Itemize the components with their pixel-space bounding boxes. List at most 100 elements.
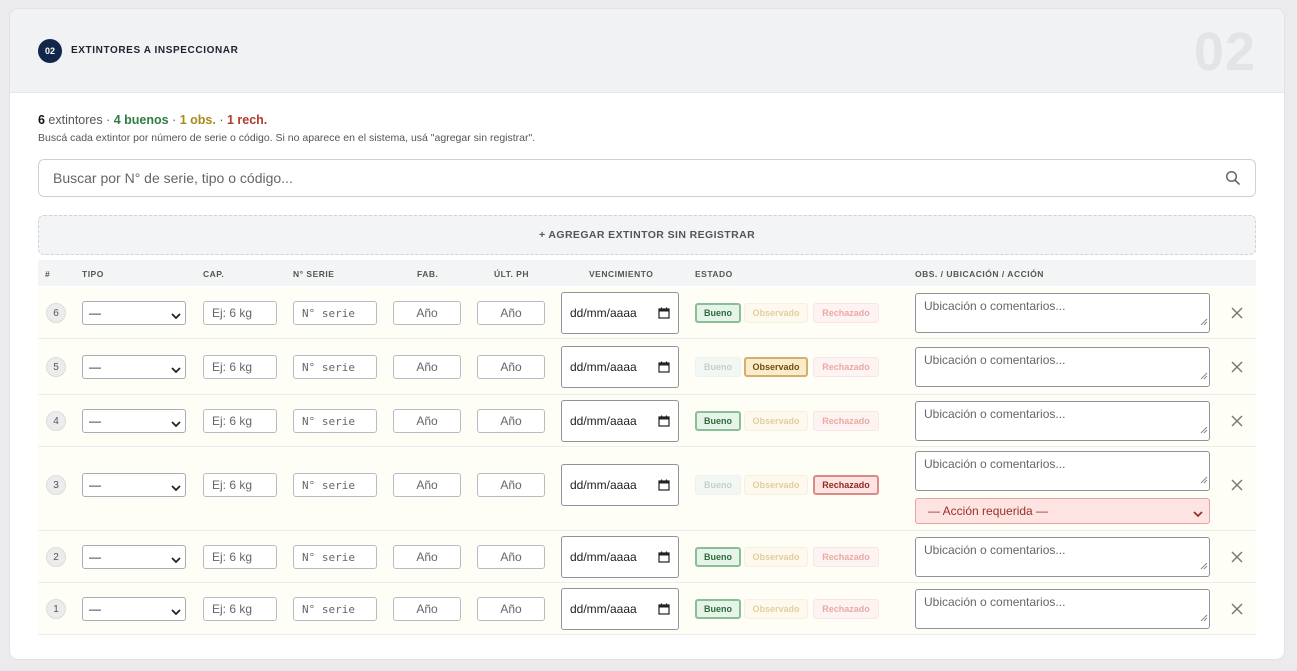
table-row: 3 — dd/mm/aaaa Bueno Observado Rechazado… (38, 447, 1256, 531)
ult-ph-input[interactable] (477, 355, 545, 379)
cap-input[interactable] (203, 355, 277, 379)
obs-textarea[interactable] (915, 293, 1210, 333)
col-cap: CAP. (203, 269, 225, 279)
cap-input[interactable] (203, 597, 277, 621)
obs-textarea[interactable] (915, 451, 1210, 491)
chevron-down-icon (171, 417, 181, 431)
calendar-icon[interactable] (658, 479, 670, 491)
state-observado-button[interactable]: Observado (744, 547, 808, 567)
fab-input[interactable] (393, 409, 461, 433)
calendar-icon[interactable] (658, 307, 670, 319)
ult-ph-input[interactable] (477, 409, 545, 433)
resize-grip-icon[interactable] (1200, 609, 1208, 627)
calendar-icon[interactable] (658, 551, 670, 563)
state-rechazado-button[interactable]: Rechazado (813, 475, 879, 495)
serie-input[interactable] (293, 473, 377, 497)
vencimiento-date-input[interactable]: dd/mm/aaaa (561, 588, 679, 630)
resize-grip-icon[interactable] (1200, 557, 1208, 575)
ult-ph-input[interactable] (477, 473, 545, 497)
date-placeholder: dd/mm/aaaa (570, 360, 637, 374)
state-bueno-button[interactable]: Bueno (695, 303, 741, 323)
ult-ph-input[interactable] (477, 301, 545, 325)
delete-row-button[interactable] (1227, 357, 1247, 377)
tipo-select[interactable]: — (82, 301, 186, 325)
add-unregistered-button[interactable]: + AGREGAR EXTINTOR SIN REGISTRAR (38, 215, 1256, 255)
state-rechazado-button[interactable]: Rechazado (813, 547, 879, 567)
state-observado-button[interactable]: Observado (744, 599, 808, 619)
calendar-icon[interactable] (658, 415, 670, 427)
state-observado-button[interactable]: Observado (744, 357, 808, 377)
obs-field (915, 401, 1210, 441)
obs-textarea[interactable] (915, 401, 1210, 441)
state-bueno-button[interactable]: Bueno (695, 357, 741, 377)
fab-input[interactable] (393, 355, 461, 379)
resize-grip-icon[interactable] (1200, 367, 1208, 385)
serie-input[interactable] (293, 409, 377, 433)
date-placeholder: dd/mm/aaaa (570, 602, 637, 616)
serie-input[interactable] (293, 301, 377, 325)
delete-row-button[interactable] (1227, 547, 1247, 567)
state-rechazado-button[interactable]: Rechazado (813, 599, 879, 619)
chevron-down-icon (171, 553, 181, 567)
close-icon (1231, 361, 1243, 373)
delete-row-button[interactable] (1227, 303, 1247, 323)
state-rechazado-button[interactable]: Rechazado (813, 357, 879, 377)
table-row: 2 — dd/mm/aaaa Bueno Observado Rechazado (38, 531, 1256, 583)
vencimiento-date-input[interactable]: dd/mm/aaaa (561, 536, 679, 578)
obs-textarea[interactable] (915, 537, 1210, 577)
delete-row-button[interactable] (1227, 599, 1247, 619)
delete-row-button[interactable] (1227, 475, 1247, 495)
fab-input[interactable] (393, 301, 461, 325)
vencimiento-date-input[interactable]: dd/mm/aaaa (561, 400, 679, 442)
tipo-select[interactable]: — (82, 473, 186, 497)
serie-input[interactable] (293, 355, 377, 379)
vencimiento-date-input[interactable]: dd/mm/aaaa (561, 346, 679, 388)
state-observado-button[interactable]: Observado (744, 303, 808, 323)
col-tipo: TIPO (82, 269, 104, 279)
fab-input[interactable] (393, 597, 461, 621)
date-placeholder: dd/mm/aaaa (570, 478, 637, 492)
fab-input[interactable] (393, 473, 461, 497)
resize-grip-icon[interactable] (1200, 471, 1208, 489)
date-placeholder: dd/mm/aaaa (570, 414, 637, 428)
calendar-icon[interactable] (658, 603, 670, 615)
tipo-select-value: — (89, 414, 101, 428)
tipo-select[interactable]: — (82, 545, 186, 569)
resize-grip-icon[interactable] (1200, 313, 1208, 331)
state-bueno-button[interactable]: Bueno (695, 547, 741, 567)
tipo-select[interactable]: — (82, 409, 186, 433)
obs-field (915, 293, 1210, 333)
ult-ph-input[interactable] (477, 597, 545, 621)
state-rechazado-button[interactable]: Rechazado (813, 411, 879, 431)
tipo-select[interactable]: — (82, 355, 186, 379)
chevron-down-icon (171, 481, 181, 495)
inspection-card: 02 EXTINTORES A INSPECCIONAR 02 6 extint… (10, 9, 1284, 659)
serie-input[interactable] (293, 545, 377, 569)
delete-row-button[interactable] (1227, 411, 1247, 431)
serie-input[interactable] (293, 597, 377, 621)
state-rechazado-button[interactable]: Rechazado (813, 303, 879, 323)
state-observado-button[interactable]: Observado (744, 475, 808, 495)
cap-input[interactable] (203, 545, 277, 569)
state-bueno-button[interactable]: Bueno (695, 599, 741, 619)
close-icon (1231, 479, 1243, 491)
cap-input[interactable] (203, 409, 277, 433)
state-bueno-button[interactable]: Bueno (695, 475, 741, 495)
search-input[interactable] (51, 160, 1211, 196)
obs-textarea[interactable] (915, 347, 1210, 387)
cap-input[interactable] (203, 301, 277, 325)
search-icon[interactable] (1225, 170, 1241, 191)
cap-input[interactable] (203, 473, 277, 497)
ult-ph-input[interactable] (477, 545, 545, 569)
tipo-select[interactable]: — (82, 597, 186, 621)
state-observado-button[interactable]: Observado (744, 411, 808, 431)
fab-input[interactable] (393, 545, 461, 569)
obs-textarea[interactable] (915, 589, 1210, 629)
state-bueno-button[interactable]: Bueno (695, 411, 741, 431)
action-required-select[interactable]: — Acción requerida — (915, 498, 1210, 524)
resize-grip-icon[interactable] (1200, 421, 1208, 439)
vencimiento-date-input[interactable]: dd/mm/aaaa (561, 292, 679, 334)
tipo-select-value: — (89, 360, 101, 374)
vencimiento-date-input[interactable]: dd/mm/aaaa (561, 464, 679, 506)
calendar-icon[interactable] (658, 361, 670, 373)
